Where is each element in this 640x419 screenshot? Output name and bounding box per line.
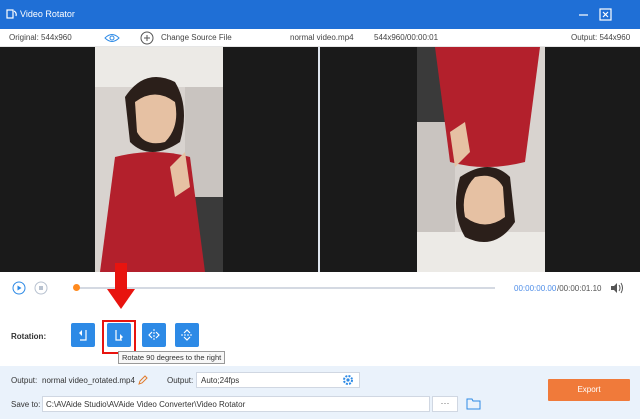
add-file-icon[interactable] [140, 31, 154, 45]
save-path-field[interactable]: C:\AVAide Studio\AVAide Video Converter\… [42, 396, 430, 412]
play-icon[interactable] [12, 281, 26, 295]
gear-icon[interactable] [342, 374, 354, 386]
source-file-name: normal video.mp4 [290, 33, 354, 42]
volume-icon[interactable] [610, 282, 624, 294]
flip-horizontal-icon [148, 329, 160, 341]
eye-icon[interactable] [104, 33, 120, 43]
output-settings-bar: Output: normal video_rotated.mp4 Output:… [0, 366, 640, 419]
arrow-down-icon [107, 263, 135, 309]
selected-button-highlight [102, 320, 136, 354]
output-format-value: Auto;24fps [201, 376, 240, 385]
flip-vertical-icon [181, 329, 193, 341]
minimize-icon[interactable] [577, 8, 590, 21]
window-title: Video Rotator [20, 9, 75, 19]
rotate-left-button[interactable] [71, 323, 95, 347]
flip-horizontal-button[interactable] [142, 323, 166, 347]
output-preview [320, 47, 640, 272]
output-file-name: normal video_rotated.mp4 [42, 376, 135, 385]
output-format-select[interactable]: Auto;24fps [196, 372, 360, 388]
rotation-panel: Rotation: Rotate 90 degrees to the right [0, 263, 640, 366]
close-icon[interactable] [599, 8, 612, 21]
rotated-video-frame [417, 47, 545, 272]
title-bar: Video Rotator [0, 0, 640, 29]
save-to-label: Save to: [11, 400, 41, 409]
original-video-frame [95, 47, 223, 272]
current-time: 00:00:00.00 [514, 284, 557, 293]
output-name-label: Output: [11, 376, 38, 385]
edit-icon[interactable] [138, 375, 148, 385]
rotation-label: Rotation: [11, 332, 47, 341]
change-source-file-button[interactable]: Change Source File [161, 33, 232, 42]
browse-button[interactable]: ··· [432, 396, 458, 412]
folder-icon[interactable] [466, 397, 481, 410]
timeline-track[interactable] [75, 287, 495, 289]
rotate-right-tooltip: Rotate 90 degrees to the right [118, 351, 226, 364]
playhead[interactable] [73, 284, 80, 291]
total-time: /00:00:01.10 [557, 284, 602, 293]
original-preview [0, 47, 318, 272]
info-bar: Original: 544x960 Change Source File nor… [0, 29, 640, 47]
rotate-app-icon [6, 9, 17, 19]
stop-icon[interactable] [34, 281, 48, 295]
export-button[interactable]: Export [548, 379, 630, 401]
save-path-value: C:\AVAide Studio\AVAide Video Converter\… [46, 400, 246, 409]
rotate-left-icon [79, 330, 87, 341]
output-resolution: Output: 544x960 [571, 33, 631, 42]
flip-vertical-button[interactable] [175, 323, 199, 347]
output-format-label: Output: [167, 376, 194, 385]
playback-bar: 00:00:00.00 /00:00:01.10 [0, 272, 640, 302]
source-meta: 544x960/00:00:01 [374, 33, 439, 42]
original-resolution: Original: 544x960 [9, 33, 72, 42]
